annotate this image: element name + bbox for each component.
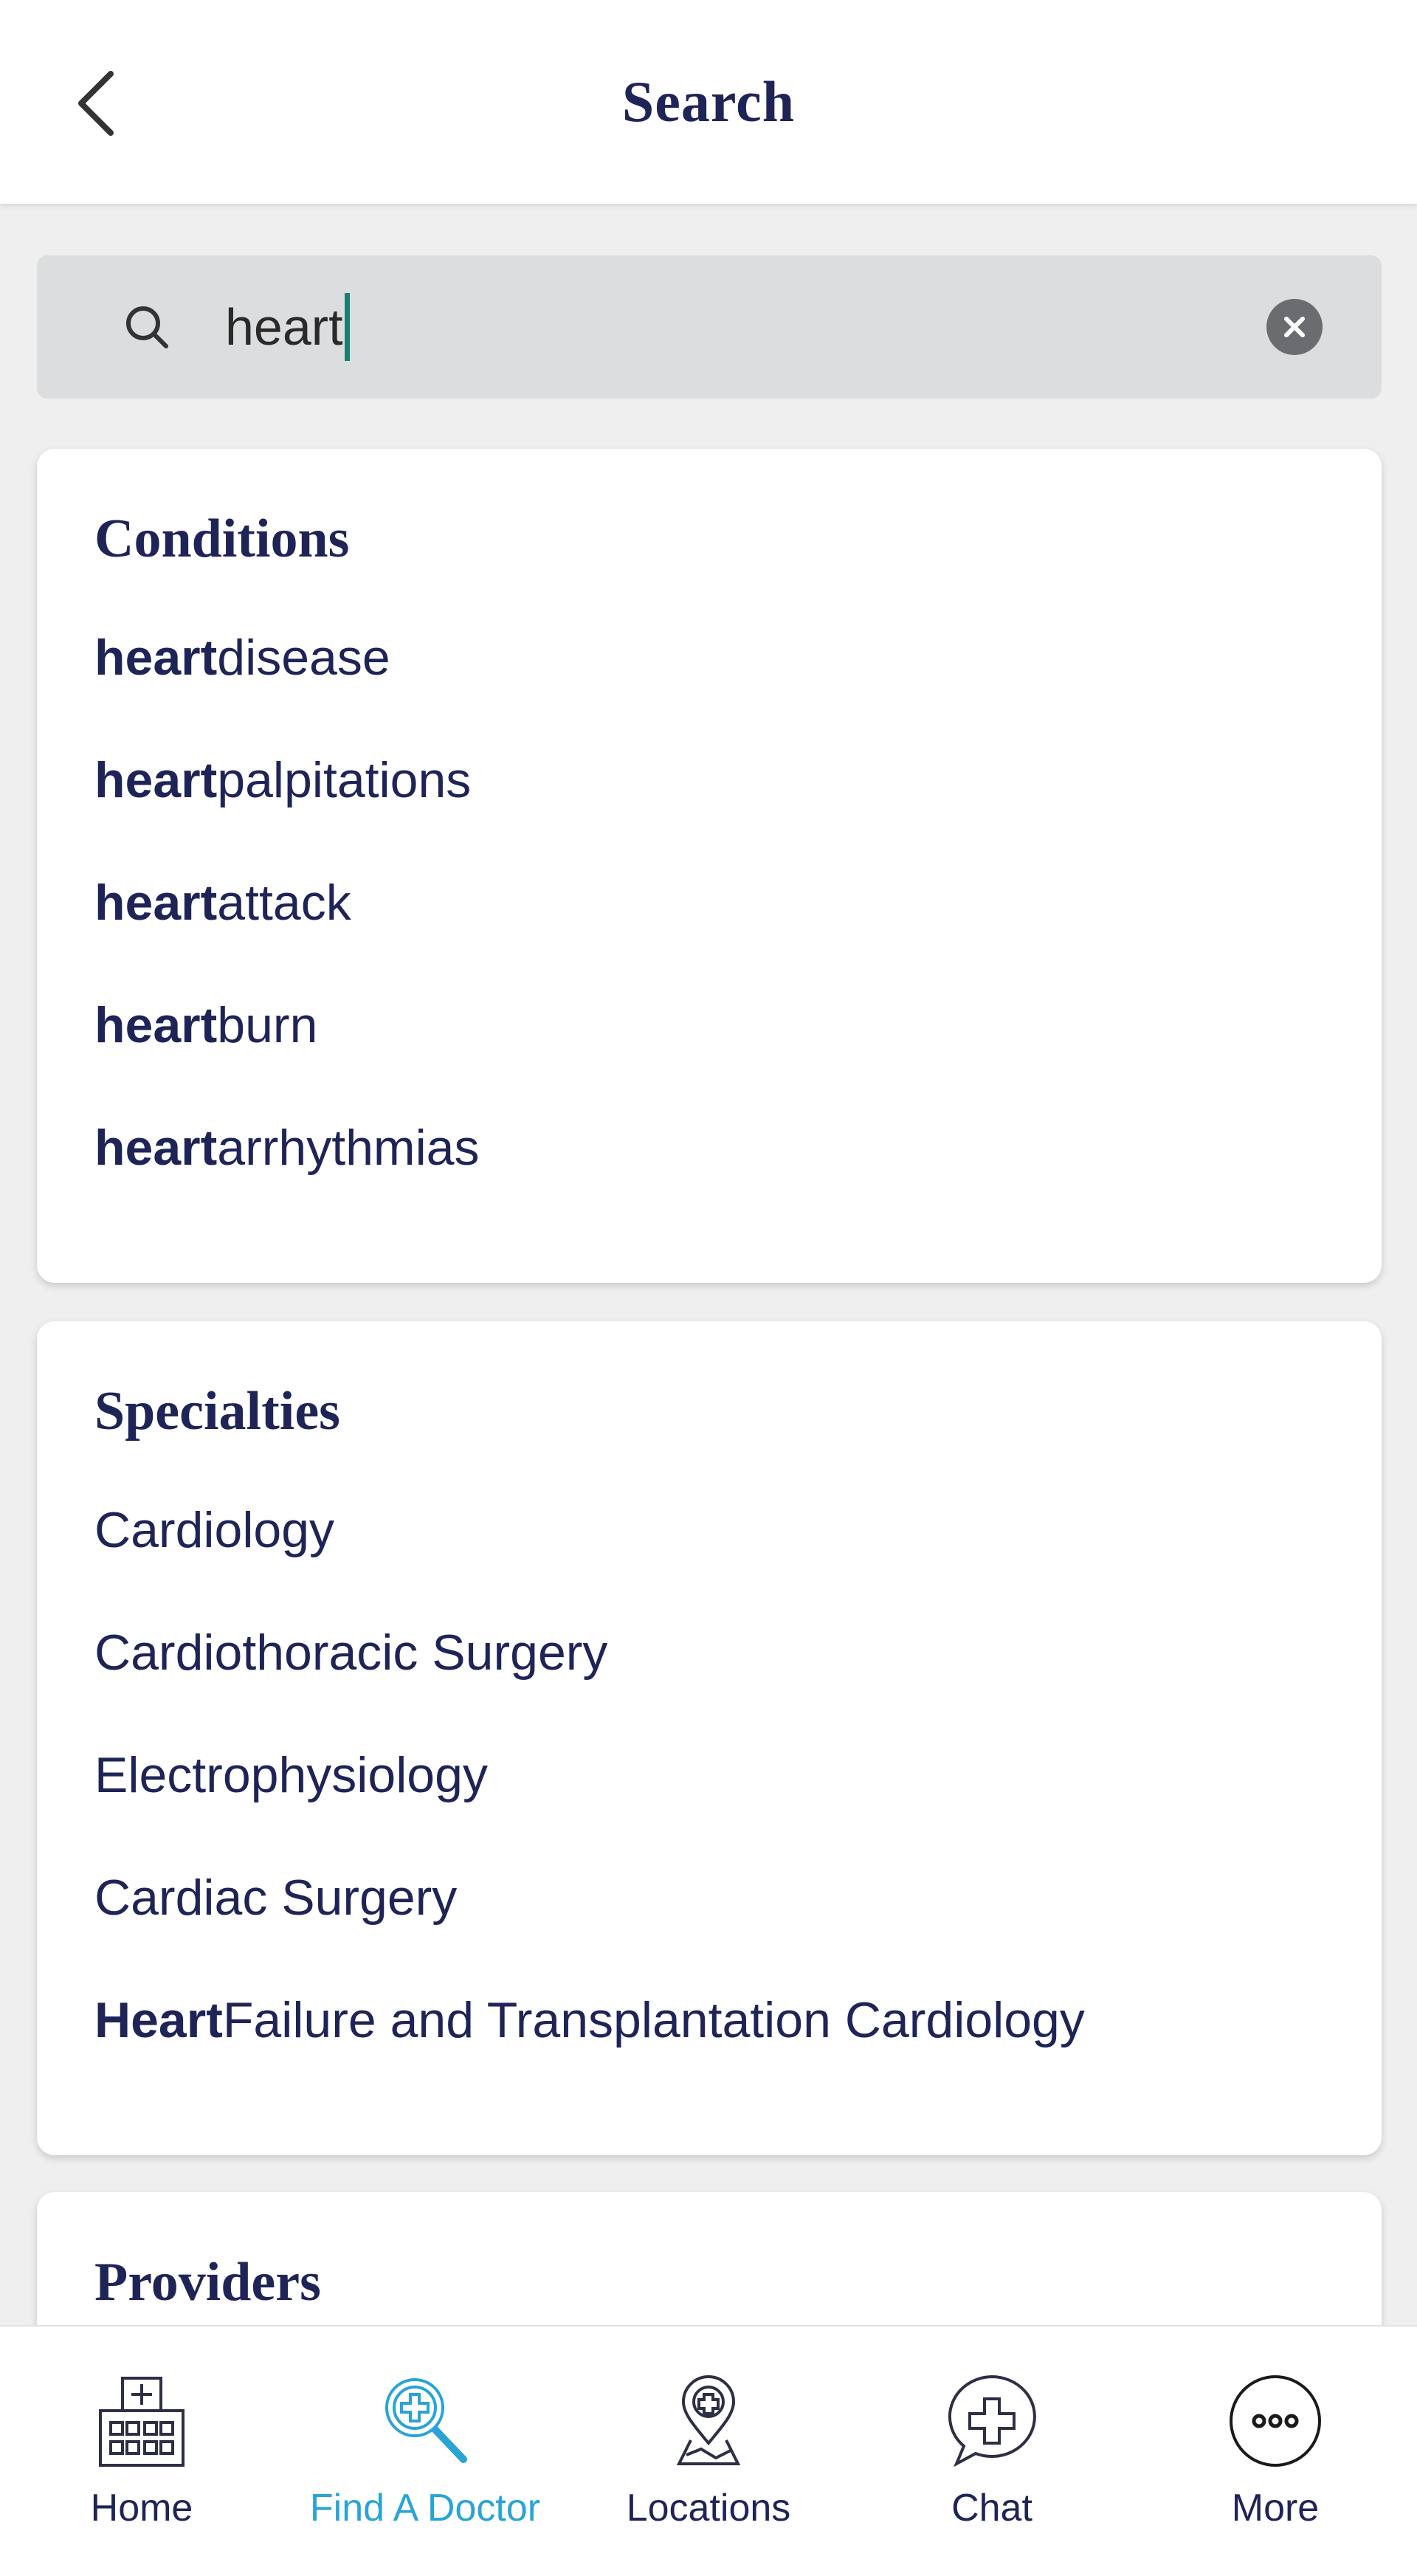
nav-chat[interactable]: Chat bbox=[850, 2327, 1134, 2576]
chevron-left-icon bbox=[78, 71, 114, 136]
match-text: heart bbox=[94, 1120, 218, 1176]
specialty-item[interactable]: Electrophysiology bbox=[94, 1714, 1085, 1836]
match-text: heart bbox=[94, 875, 218, 931]
search-input-value: heart bbox=[225, 298, 343, 356]
condition-item[interactable]: heart attack bbox=[94, 841, 480, 964]
specialties-list: Cardiology Cardiothoracic Surgery Electr… bbox=[94, 1469, 1085, 2081]
suggestion-text: Electrophysiology bbox=[94, 1747, 488, 1803]
nav-label: Locations bbox=[626, 2487, 791, 2529]
suggestion-text: disease bbox=[217, 630, 390, 686]
condition-item[interactable]: heart arrhythmias bbox=[94, 1086, 480, 1209]
location-pin-icon bbox=[657, 2369, 760, 2473]
suggestion-text: attack bbox=[217, 875, 351, 931]
nav-locations[interactable]: Locations bbox=[567, 2327, 850, 2576]
close-icon bbox=[1284, 317, 1305, 337]
match-text: heart bbox=[94, 630, 218, 686]
match-text: heart bbox=[94, 997, 218, 1053]
condition-item[interactable]: heart burn bbox=[94, 964, 480, 1086]
nav-label: Chat bbox=[951, 2487, 1032, 2529]
specialty-item[interactable]: Heart Failure and Transplantation Cardio… bbox=[94, 1959, 1085, 2081]
suggestion-text: Cardiac Surgery bbox=[94, 1870, 458, 1926]
nav-home[interactable]: Home bbox=[0, 2327, 283, 2576]
nav-label: More bbox=[1231, 2487, 1320, 2529]
suggestion-text: palpitations bbox=[217, 752, 472, 808]
specialties-heading: Specialties bbox=[94, 1381, 340, 1442]
nav-label: Home bbox=[90, 2487, 193, 2529]
specialties-card: Specialties Cardiology Cardiothoracic Su… bbox=[37, 1321, 1382, 2155]
chat-icon bbox=[940, 2369, 1044, 2473]
page-title: Search bbox=[621, 69, 796, 134]
match-text: heart bbox=[94, 752, 218, 808]
suggestion-text: Failure and Transplantation Cardiology bbox=[222, 1992, 1085, 2048]
suggestion-text: Cardiothoracic Surgery bbox=[94, 1625, 608, 1681]
hospital-icon bbox=[90, 2369, 193, 2473]
suggestion-text: arrhythmias bbox=[217, 1120, 480, 1176]
search-screen: Search heart Conditions heart disease he… bbox=[0, 0, 1417, 2576]
conditions-list: heart disease heart palpitations heart a… bbox=[94, 596, 480, 1209]
specialty-item[interactable]: Cardiology bbox=[94, 1469, 1085, 1591]
conditions-heading: Conditions bbox=[94, 509, 350, 569]
search-input[interactable]: heart bbox=[225, 285, 1258, 369]
text-caret bbox=[344, 293, 350, 361]
clear-search-button[interactable] bbox=[1266, 299, 1323, 355]
bottom-navigation: Home Find A Doctor Locations Chat More bbox=[0, 2325, 1417, 2576]
condition-item[interactable]: heart palpitations bbox=[94, 719, 480, 841]
search-icon bbox=[126, 306, 168, 348]
back-button[interactable] bbox=[59, 59, 133, 148]
search-bar[interactable]: heart bbox=[37, 255, 1382, 399]
nav-label: Find A Doctor bbox=[309, 2487, 541, 2529]
providers-heading: Providers bbox=[94, 2252, 321, 2312]
suggestion-text: Cardiology bbox=[94, 1502, 335, 1558]
match-text: Heart bbox=[94, 1992, 223, 2048]
top-app-bar: Search bbox=[0, 0, 1417, 204]
find-doctor-icon bbox=[373, 2369, 477, 2473]
conditions-card: Conditions heart disease heart palpitati… bbox=[37, 449, 1382, 1283]
more-icon bbox=[1224, 2369, 1327, 2473]
nav-find-a-doctor[interactable]: Find A Doctor bbox=[283, 2327, 567, 2576]
suggestion-text: burn bbox=[217, 997, 318, 1053]
nav-more[interactable]: More bbox=[1134, 2327, 1417, 2576]
specialty-item[interactable]: Cardiac Surgery bbox=[94, 1836, 1085, 1959]
condition-item[interactable]: heart disease bbox=[94, 596, 480, 719]
specialty-item[interactable]: Cardiothoracic Surgery bbox=[94, 1591, 1085, 1714]
